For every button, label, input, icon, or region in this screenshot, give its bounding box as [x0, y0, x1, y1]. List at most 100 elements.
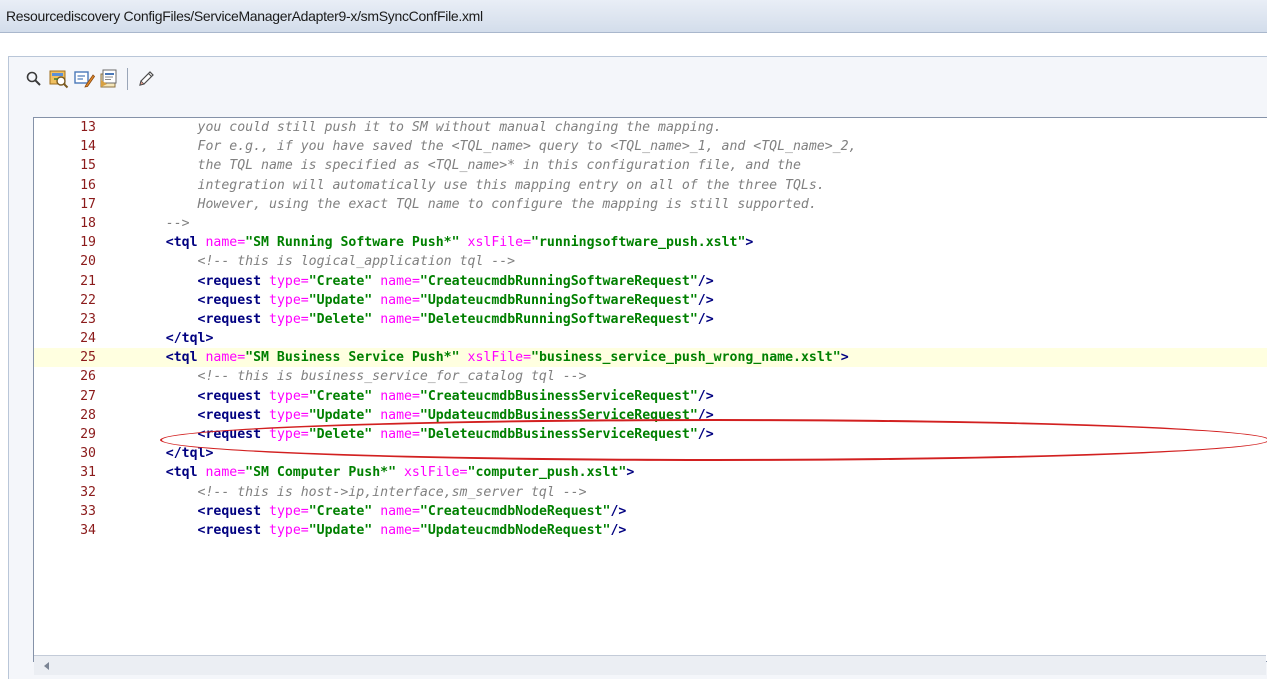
code-text: <!-- this is host->ip,interface,sm_serve… [134, 483, 587, 502]
code-token-tag: </tql> [165, 446, 214, 462]
code-text: </tql> [134, 329, 214, 348]
line-number: 24 [80, 331, 96, 347]
code-token-attr: name= [205, 235, 246, 251]
code-line[interactable]: 21 <request type="Create" name="Createuc… [34, 272, 1267, 291]
line-number: 20 [80, 254, 96, 270]
code-token-comment: the TQL name is specified as <TQL_name>*… [134, 158, 801, 174]
properties-icon[interactable] [97, 67, 121, 91]
code-text: <tql name="SM Computer Push*" xslFile="c… [134, 463, 635, 482]
code-token-tag: <tql [165, 235, 206, 251]
code-line[interactable]: 14 For e.g., if you have saved the <TQL_… [34, 137, 1267, 156]
code-token-val: "runningsoftware_push.xslt" [531, 235, 746, 251]
code-token-val: "UpdateucmdbBusinessServiceRequest" [419, 407, 698, 423]
code-token-val: "Delete" [308, 311, 373, 327]
code-token-attr: name= [205, 465, 246, 481]
code-line[interactable]: 24 </tql> [34, 329, 1267, 348]
code-line[interactable]: 34 <request type="Update" name="Updateuc… [34, 521, 1267, 540]
code-text: <request type="Update" name="Updateucmdb… [134, 291, 714, 310]
toolbar [22, 66, 159, 92]
code-line[interactable]: 31 <tql name="SM Computer Push*" xslFile… [34, 463, 1267, 482]
code-line[interactable]: 15 the TQL name is specified as <TQL_nam… [34, 156, 1267, 175]
code-token-comment: <!-- this is business_service_for_catalo… [134, 369, 587, 385]
code-line[interactable]: 25 <tql name="SM Business Service Push*"… [34, 348, 1267, 368]
code-token-tag: /> [697, 292, 714, 308]
code-line[interactable]: 27 <request type="Create" name="Createuc… [34, 387, 1267, 406]
code-line[interactable]: 16 integration will automatically use th… [34, 176, 1267, 195]
edit-pencil-icon[interactable] [134, 67, 158, 91]
line-number: 34 [80, 522, 96, 538]
line-number: 26 [80, 369, 96, 385]
code-token-attr: name= [380, 388, 420, 404]
code-token-val: "Update" [308, 292, 373, 308]
code-text: For e.g., if you have saved the <TQL_nam… [134, 137, 857, 156]
line-number: 25 [80, 350, 96, 366]
code-text: <request type="Update" name="Updateucmdb… [134, 521, 627, 540]
code-token-val: "Create" [308, 388, 373, 404]
line-number: 33 [80, 503, 96, 519]
line-number: 31 [80, 465, 96, 481]
code-line[interactable]: 22 <request type="Update" name="Updateuc… [34, 291, 1267, 310]
line-number: 18 [80, 215, 96, 231]
code-token-val: "business_service_push_wrong_name.xslt" [531, 350, 841, 366]
code-token-tag: > [745, 235, 754, 251]
line-number: 14 [80, 139, 96, 155]
code-line[interactable]: 19 <tql name="SM Running Software Push*"… [34, 233, 1267, 252]
arrow-left-icon[interactable] [40, 659, 54, 673]
search-icon[interactable] [22, 67, 46, 91]
code-token-attr: type= [269, 388, 309, 404]
find-replace-icon[interactable] [47, 67, 71, 91]
code-token-attr: xslFile= [467, 350, 532, 366]
code-token-attr: name= [380, 311, 420, 327]
horizontal-scrollbar[interactable] [34, 655, 1266, 675]
code-editor[interactable]: 13 you could still push it to SM without… [33, 117, 1267, 662]
code-token-tag: <request [197, 503, 269, 519]
code-line[interactable]: 30 </tql> [34, 444, 1267, 463]
code-token-tag: <request [197, 273, 269, 289]
code-line[interactable]: 13 you could still push it to SM without… [34, 118, 1267, 137]
code-token-val: "Delete" [308, 427, 373, 442]
code-token-tag: <request [197, 388, 269, 404]
code-token-tag: <request [197, 407, 269, 423]
code-text: </tql> [134, 444, 214, 463]
line-number: 30 [80, 446, 96, 462]
line-number: 23 [80, 311, 96, 327]
comment-icon[interactable] [72, 67, 96, 91]
code-token-tag: /> [697, 427, 714, 442]
code-token-attr: name= [380, 407, 420, 423]
line-number: 32 [80, 484, 96, 500]
code-token-tag: /> [610, 503, 627, 519]
code-line[interactable]: 18 --> [34, 214, 1267, 233]
code-line[interactable]: 20 <!-- this is logical_application tql … [34, 252, 1267, 271]
code-token-val: "UpdateucmdbRunningSoftwareRequest" [419, 292, 698, 308]
code-line[interactable]: 33 <request type="Create" name="Createuc… [34, 502, 1267, 521]
code-line[interactable]: 32 <!-- this is host->ip,interface,sm_se… [34, 483, 1267, 502]
line-number: 16 [80, 177, 96, 193]
code-line[interactable]: 17 However, using the exact TQL name to … [34, 195, 1267, 214]
code-line[interactable]: 29 <request type="Delete" name="Deleteuc… [34, 425, 1267, 444]
code-token-comment: integration will automatically use this … [134, 177, 825, 193]
code-token-comment: For e.g., if you have saved the <TQL_nam… [134, 139, 857, 155]
code-line[interactable]: 26 <!-- this is business_service_for_cat… [34, 367, 1267, 386]
line-number: 22 [80, 292, 96, 308]
code-token-attr: type= [269, 292, 309, 308]
code-text: <request type="Update" name="Updateucmdb… [134, 406, 714, 425]
code-line[interactable]: 23 <request type="Delete" name="Deleteuc… [34, 310, 1267, 329]
code-text: <!-- this is business_service_for_catalo… [134, 367, 587, 386]
code-token-attr: type= [269, 427, 309, 442]
code-line[interactable]: 28 <request type="Update" name="Updateuc… [34, 406, 1267, 425]
